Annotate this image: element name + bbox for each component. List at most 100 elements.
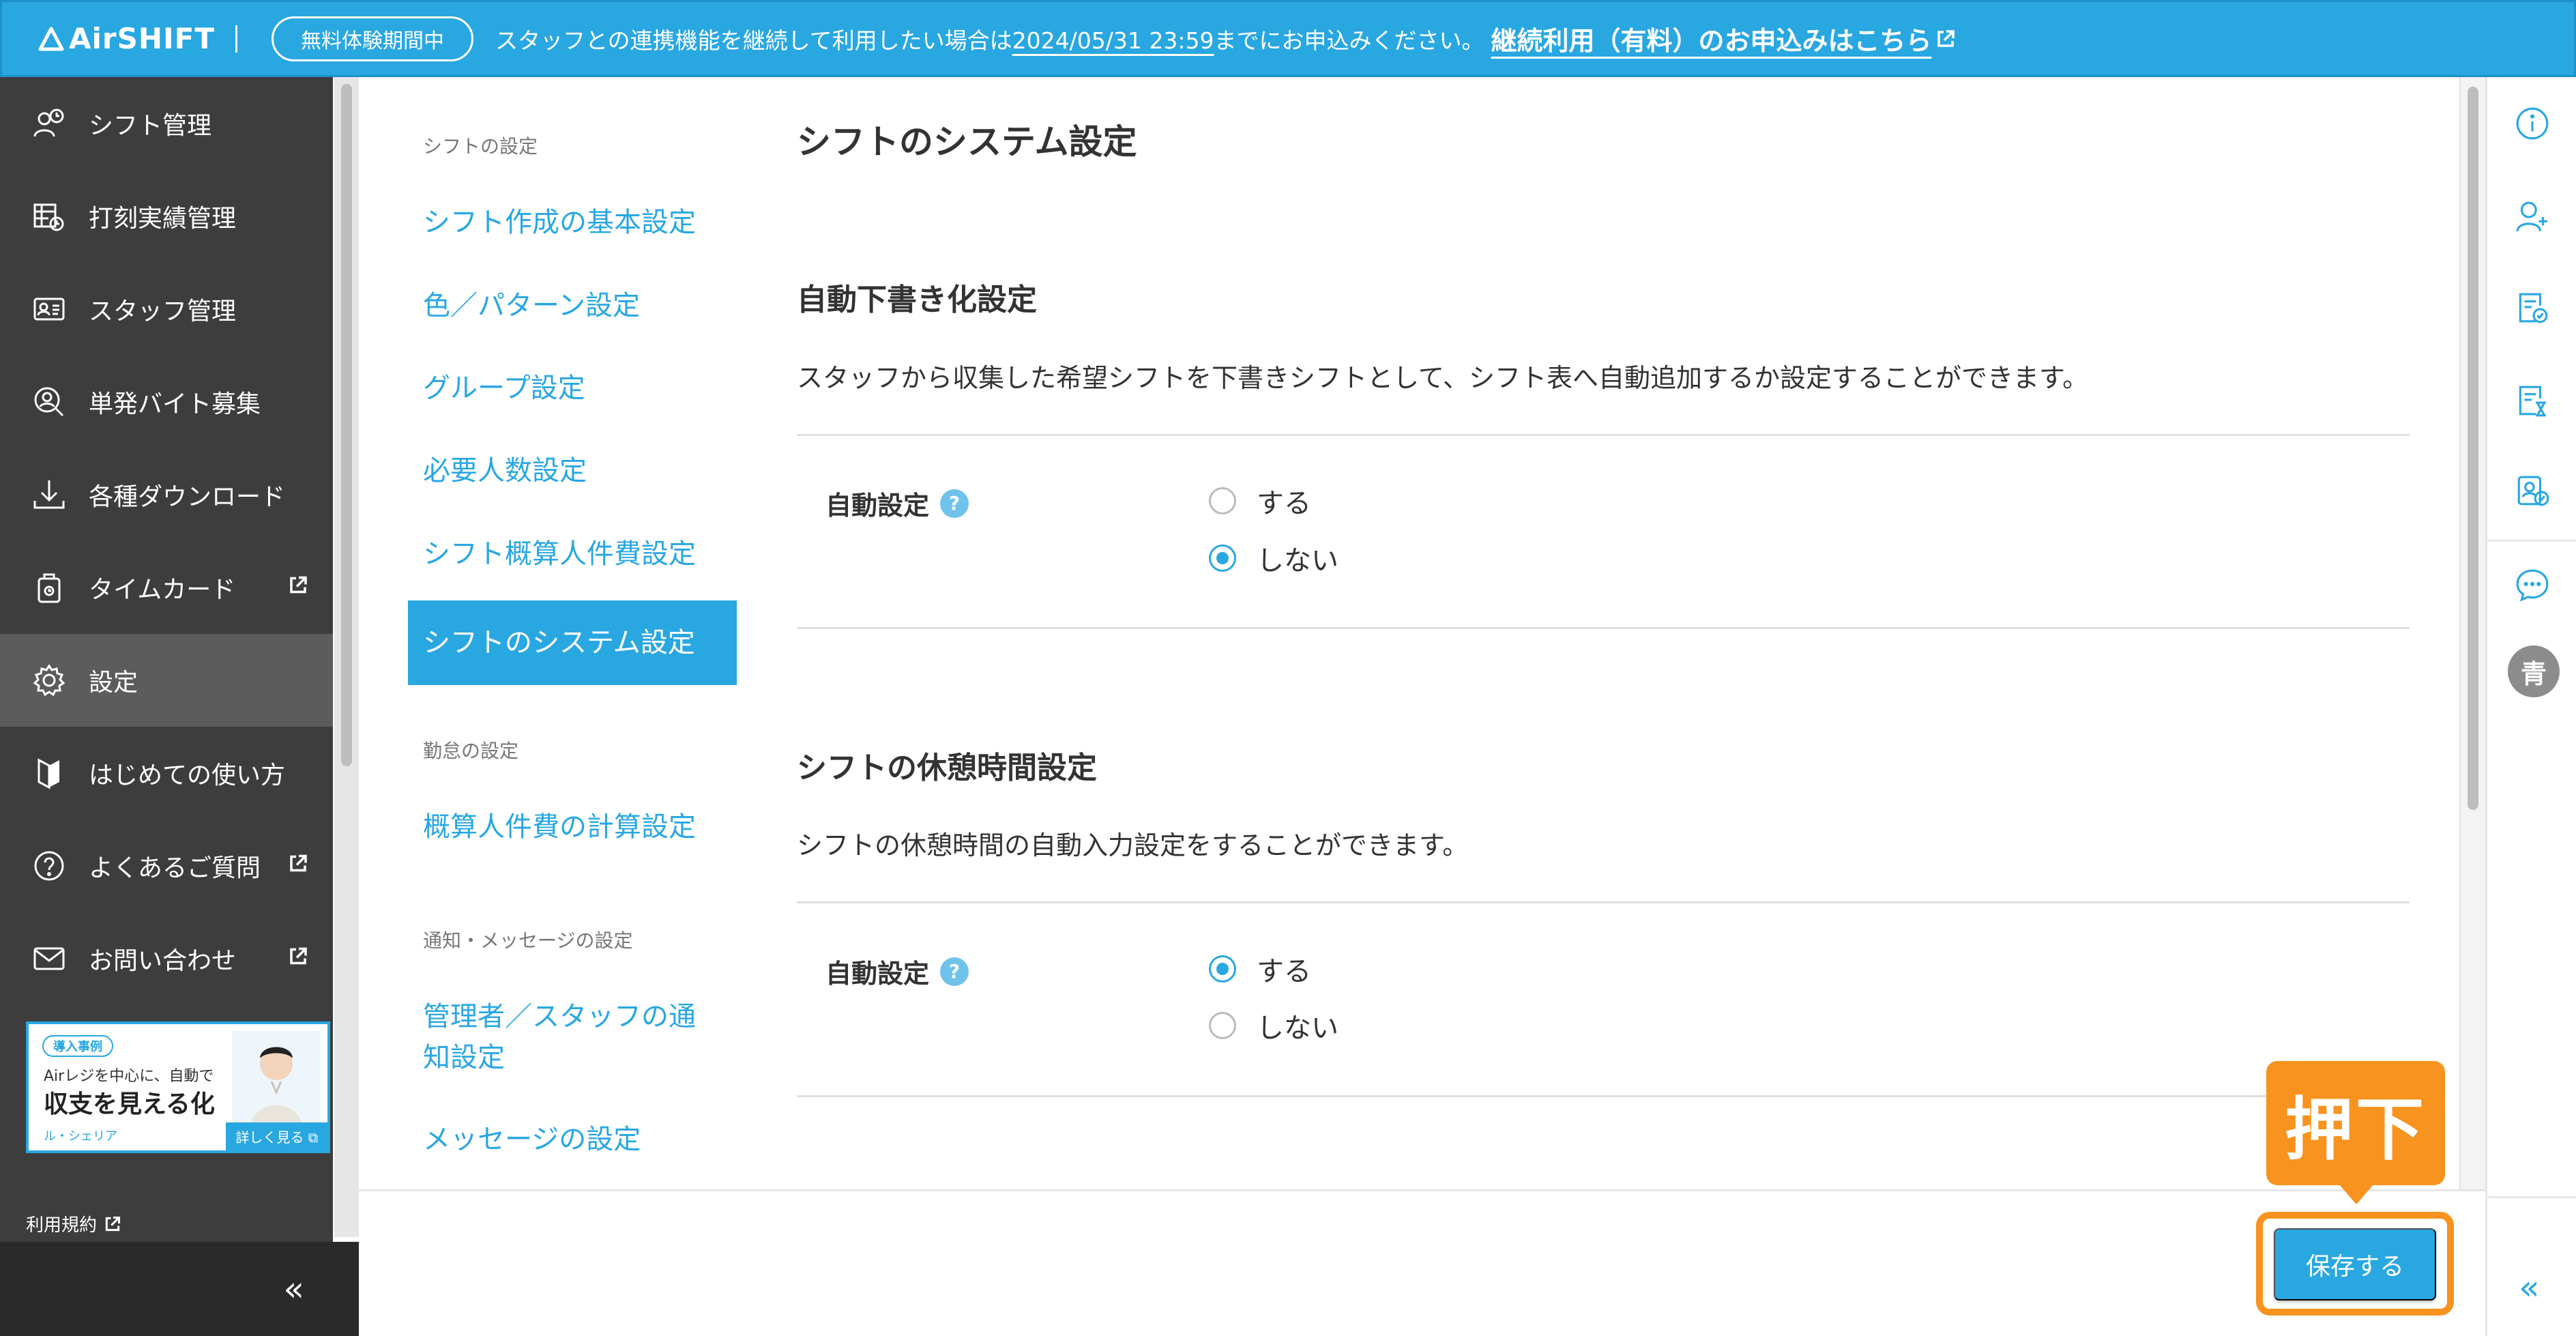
- press-callout: 押下: [2266, 1061, 2445, 1185]
- sidebar-scrollbar[interactable]: [334, 77, 359, 1237]
- subnav-link-system[interactable]: シフトのシステム設定: [408, 600, 737, 685]
- right-rail: 青 «: [2485, 77, 2576, 1336]
- sidebar-item-download[interactable]: 各種ダウンロード: [0, 448, 333, 541]
- radio-label: しない: [1257, 1013, 1338, 1044]
- promo-banner[interactable]: 導入事例 Airレジを中心に、自動で 収支を見える化 ル・シェリア 詳しく見る …: [26, 1021, 330, 1153]
- sidebar-item-label: タイムカード: [89, 576, 236, 604]
- auto-draft-label: 自動設定 ?: [825, 484, 969, 522]
- trial-badge: 無料体験期間中: [271, 16, 473, 61]
- airshift-logo[interactable]: AirSHIFT: [38, 22, 215, 55]
- rail-collapse-button[interactable]: «: [2519, 1268, 2540, 1307]
- radio-circle-selected: [1209, 955, 1236, 983]
- help-icon[interactable]: ?: [940, 489, 969, 518]
- rail-divider: [2487, 1196, 2576, 1198]
- radio-label: しない: [1257, 545, 1338, 577]
- sidebar-item-label: はじめての使い方: [89, 761, 286, 789]
- page-title: シフトのシステム設定: [797, 122, 1137, 162]
- promo-more-button[interactable]: 詳しく見る ⧉: [226, 1122, 327, 1150]
- sidebar-collapse-button[interactable]: «: [283, 1269, 304, 1309]
- logo-divider: [235, 25, 237, 53]
- continue-subscription-link[interactable]: 継続利用（有料）のお申込みはこちら: [1491, 20, 1956, 57]
- info-icon[interactable]: [2513, 104, 2551, 143]
- auto-draft-radio-on[interactable]: する: [1209, 481, 1311, 521]
- notice-date: 2024/05/31 23:59: [1012, 27, 1214, 54]
- staff-check-icon[interactable]: [2513, 471, 2551, 510]
- chat-icon[interactable]: [2513, 566, 2551, 604]
- terms-link[interactable]: 利用規約: [26, 1211, 121, 1236]
- sidebar-footer: «: [0, 1242, 359, 1336]
- break-time-radio-on[interactable]: する: [1209, 949, 1311, 989]
- subnav-link-notify[interactable]: 管理者／スタッフの通 知設定: [423, 996, 696, 1078]
- sidebar-item-label: シフト管理: [89, 112, 212, 140]
- radio-label: する: [1257, 488, 1311, 519]
- question-icon: [30, 847, 68, 885]
- sidebar-item-shift[interactable]: シフト管理: [0, 77, 333, 170]
- subnav-section-shift: シフトの設定: [423, 135, 538, 158]
- notice-prefix: スタッフとの連携機能を継続して利用したい場合は: [495, 27, 1012, 54]
- external-link-icon: [288, 574, 308, 602]
- subnav-link-group[interactable]: グループ設定: [423, 368, 585, 409]
- sidebar-item-timesheet[interactable]: 打刻実績管理: [0, 170, 333, 263]
- approval-doc-icon[interactable]: [2513, 289, 2551, 327]
- add-user-icon[interactable]: [2513, 197, 2551, 235]
- sidebar-item-label: 設定: [89, 669, 138, 697]
- sidebar-item-parttime[interactable]: 単発バイト募集: [0, 355, 333, 448]
- avatar[interactable]: 青: [2508, 645, 2560, 697]
- radio-label: する: [1257, 956, 1311, 987]
- subnav-section-notify: 通知・メッセージの設定: [423, 929, 633, 952]
- sidebar-item-beginner[interactable]: はじめての使い方: [0, 727, 333, 819]
- divider: [797, 1095, 2410, 1097]
- sidebar-item-label: お問い合わせ: [89, 947, 237, 975]
- divider: [797, 434, 2410, 436]
- promo-brand: ル・シェリア: [44, 1129, 117, 1144]
- promo-person-illustration: [232, 1031, 321, 1133]
- sidebar-item-label: 単発バイト募集: [89, 390, 261, 418]
- external-link-icon: [288, 945, 308, 973]
- subnav-link-calc[interactable]: 概算人件費の計算設定: [423, 807, 696, 847]
- sidebar-item-label: よくあるご質問: [89, 854, 261, 882]
- radio-circle-selected: [1209, 544, 1236, 572]
- shift-icon: [30, 104, 68, 143]
- break-time-label-text: 自動設定: [825, 959, 930, 989]
- section-description-auto-draft: スタッフから収集した希望シフトを下書きシフトとして、シフト表へ自動追加するか設定…: [797, 363, 2089, 393]
- section-heading-auto-draft: 自動下書き化設定: [797, 282, 1037, 317]
- divider: [797, 627, 2410, 629]
- sidebar-item-contact[interactable]: お問い合わせ: [0, 912, 333, 1005]
- promo-tag: 導入事例: [42, 1035, 113, 1057]
- subnav-link-required[interactable]: 必要人数設定: [423, 450, 587, 491]
- download-icon: [30, 476, 68, 514]
- subnav-link-color[interactable]: 色／パターン設定: [423, 285, 640, 326]
- subnav-link-notify-line2: 知設定: [423, 1042, 505, 1073]
- sidebar-item-timecard[interactable]: タイムカード: [0, 541, 333, 634]
- action-footer: [359, 1189, 2485, 1336]
- main-scrollbar[interactable]: [2459, 77, 2485, 1196]
- timesheet-icon: [30, 197, 68, 235]
- auto-draft-label-text: 自動設定: [825, 491, 930, 521]
- sidebar-item-staff[interactable]: スタッフ管理: [0, 263, 333, 355]
- break-time-label: 自動設定 ?: [825, 953, 969, 990]
- press-callout-pointer: [2339, 1184, 2374, 1204]
- timer-doc-icon[interactable]: [2513, 381, 2551, 420]
- subnav-link-labor-cost[interactable]: シフト概算人件費設定: [423, 534, 696, 575]
- main-scroll-thumb[interactable]: [2468, 87, 2478, 810]
- subnav-link-basic[interactable]: シフト作成の基本設定: [423, 202, 696, 243]
- auto-draft-radio-off[interactable]: しない: [1209, 538, 1338, 578]
- save-button[interactable]: 保存する: [2274, 1228, 2436, 1301]
- sidebar-scroll-thumb[interactable]: [341, 84, 352, 766]
- section-heading-break-time: シフトの休憩時間設定: [797, 751, 1097, 785]
- notice-text: スタッフとの連携機能を継続して利用したい場合は2024/05/31 23:59ま…: [495, 23, 1484, 55]
- subnav-link-notify-line1: 管理者／スタッフの通: [423, 1001, 696, 1032]
- break-time-radio-off[interactable]: しない: [1209, 1006, 1338, 1045]
- logo-text: AirSHIFT: [69, 22, 215, 55]
- top-banner: AirSHIFT 無料体験期間中 スタッフとの連携機能を継続して利用したい場合は…: [0, 0, 2576, 77]
- sidebar-item-faq[interactable]: よくあるご質問: [0, 819, 333, 912]
- radio-circle: [1209, 487, 1236, 514]
- timecard-icon: [30, 568, 68, 607]
- help-icon[interactable]: ?: [940, 957, 969, 986]
- subnav-link-message[interactable]: メッセージの設定: [423, 1119, 641, 1160]
- terms-label: 利用規約: [26, 1215, 98, 1236]
- notice-suffix: までにお申込みください。: [1214, 27, 1484, 54]
- staff-card-icon: [30, 290, 68, 328]
- radio-circle: [1209, 1012, 1236, 1039]
- sidebar-item-settings[interactable]: 設定: [0, 634, 333, 727]
